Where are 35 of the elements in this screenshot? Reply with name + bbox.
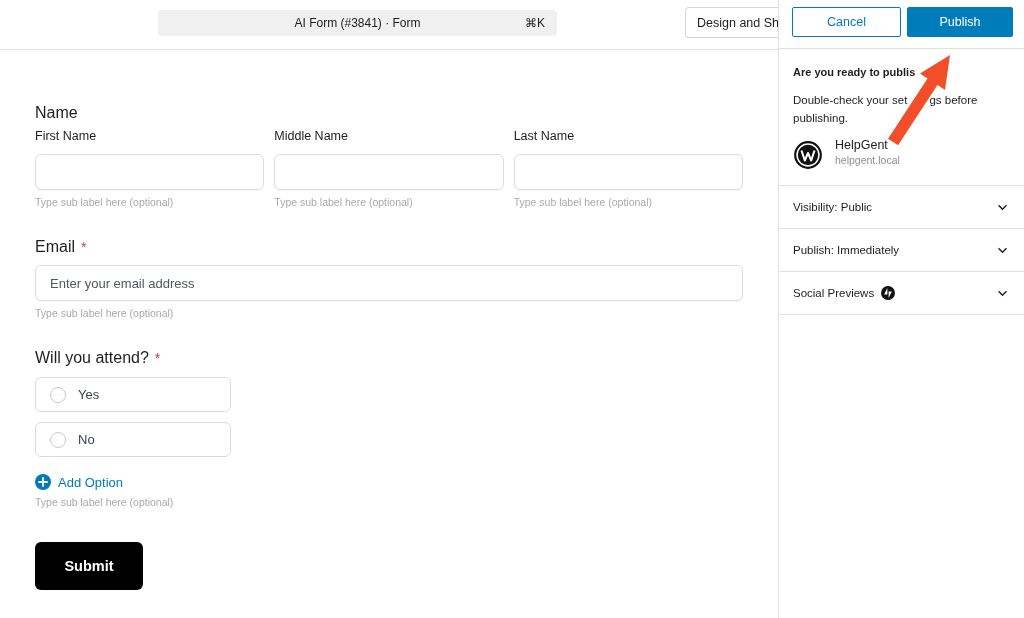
panel-heading: Are you ready to publis	[793, 65, 916, 80]
field-label: Email	[35, 237, 75, 257]
radio-option[interactable]: Yes	[35, 377, 231, 412]
field-label: Will you attend?	[35, 348, 149, 368]
site-name: HelpGent	[835, 137, 888, 153]
text-input[interactable]	[513, 154, 743, 190]
sub-label: Middle Name	[274, 128, 348, 145]
plus-icon	[35, 474, 51, 490]
sub-label: Last Name	[513, 128, 575, 145]
publish-button[interactable]: Publish	[907, 7, 1013, 37]
cancel-button[interactable]: Cancel	[792, 7, 901, 37]
required-mark: *	[154, 351, 161, 365]
field-label: Name	[35, 103, 78, 123]
description-text: Double-check your set	[793, 93, 908, 108]
command-bar[interactable]: AI Form (#3841) · Form ⌘K	[158, 9, 557, 36]
add-option-button[interactable]: Add Option	[35, 473, 124, 491]
sub-label-hint: Type sub label here (optional)	[35, 195, 174, 209]
site-url: helpgent.local	[835, 153, 900, 167]
bolt-icon	[881, 286, 896, 300]
submit-button[interactable]: Submit	[35, 542, 143, 590]
design-button[interactable]: Design and Sh	[685, 7, 778, 38]
required-mark: *	[81, 240, 87, 254]
text-input[interactable]	[274, 154, 504, 190]
sub-label-hint: Type sub label here (optional)	[513, 195, 652, 209]
site-logo-icon	[794, 141, 822, 169]
sub-label-hint: Type sub label here (optional)	[35, 495, 174, 509]
radio-option[interactable]: No	[35, 422, 231, 457]
sub-label: First Name	[35, 128, 97, 145]
text-input[interactable]	[35, 154, 265, 190]
keyboard-shortcut: ⌘K	[525, 15, 545, 30]
sub-label-hint: Type sub label here (optional)	[35, 306, 174, 320]
description-text: gs before	[929, 93, 978, 108]
email-input[interactable]: Enter your email address	[35, 265, 743, 301]
sub-label-hint: Type sub label here (optional)	[274, 195, 413, 209]
description-text: publishing.	[793, 111, 848, 126]
